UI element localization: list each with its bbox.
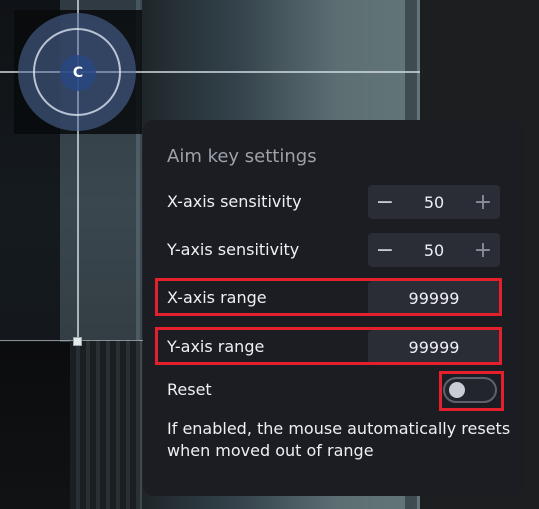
game-view: C Aim key settings X-axis sensitivity − …: [0, 0, 539, 509]
y-sensitivity-value[interactable]: 50: [402, 241, 466, 260]
reset-description: If enabled, the mouse automatically rese…: [167, 419, 511, 460]
x-sensitivity-value[interactable]: 50: [402, 193, 466, 212]
y-range-highlight: [155, 327, 502, 365]
aim-key-label: C: [72, 65, 84, 81]
minus-icon: −: [375, 237, 395, 263]
y-sensitivity-decrease-button[interactable]: −: [368, 233, 402, 267]
x-sensitivity-stepper: − 50 +: [368, 185, 500, 219]
panel-title: Aim key settings: [167, 146, 317, 167]
range-resize-handle[interactable]: [73, 337, 82, 346]
x-sensitivity-label: X-axis sensitivity: [167, 192, 302, 211]
y-sensitivity-increase-button[interactable]: +: [466, 233, 500, 267]
aim-key-button[interactable]: C: [60, 55, 96, 91]
x-sensitivity-increase-button[interactable]: +: [466, 185, 500, 219]
reset-label: Reset: [167, 380, 212, 399]
plus-icon: +: [473, 189, 493, 215]
aim-key-settings-panel: Aim key settings X-axis sensitivity − 50…: [143, 120, 524, 496]
minus-icon: −: [375, 189, 395, 215]
y-sensitivity-label: Y-axis sensitivity: [167, 240, 300, 259]
x-sensitivity-decrease-button[interactable]: −: [368, 185, 402, 219]
y-sensitivity-stepper: − 50 +: [368, 233, 500, 267]
background-lower-column: [70, 340, 140, 509]
x-range-highlight: [155, 278, 502, 316]
reset-toggle-highlight: [439, 371, 504, 411]
plus-icon: +: [473, 237, 493, 263]
